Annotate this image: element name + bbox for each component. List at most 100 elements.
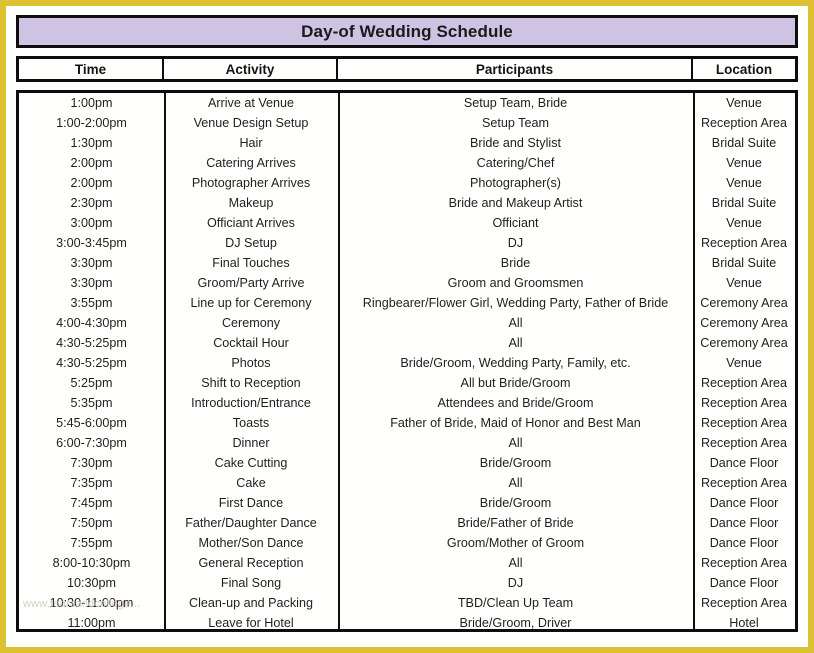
cell-participants: All [508,336,523,350]
cell-activity: Toasts [232,416,270,430]
table-row: 2:30pm Makeup Bride and Makeup Artist Brida… [19,193,795,213]
cell-activity: Makeup [228,196,274,210]
table-row: 4:00-4:30pm Ceremony All Ceremony Area [19,313,795,333]
cell-location: Reception Area [700,436,788,450]
table-row: 7:55pm Mother/Son Dance Groom/Mother of Gr… [19,533,795,553]
cell-activity: Arrive at Venue [207,96,295,110]
cell-activity: Dinner [232,436,270,450]
cell-activity: Cake Cutting [214,456,288,470]
cell-activity: Leave for Hotel [208,616,294,630]
cell-time: 8:00-10:30pm [52,556,131,570]
cell-participants: Bride/Groom, Wedding Party, Family, etc. [400,356,631,370]
cell-activity: Clean-up and Packing [189,596,313,610]
cell-participants: Setup Team [482,116,549,130]
cell-location: Venue [726,356,762,370]
cell-participants: Bride/Groom [479,496,552,510]
cell-activity: Photos [231,356,271,370]
cell-location: Venue [726,96,762,110]
cell-activity: DJ Setup [225,236,277,250]
cell-time: 10:30-11:00pm [49,596,134,610]
cell-time: 7:50pm [70,516,113,530]
cell-participants: Father of Bride, Maid of Honor and Best … [390,416,641,430]
cell-location: Ceremony Area [700,316,788,330]
column-divider-activity-participants [338,93,340,629]
cell-activity: Cocktail Hour [213,336,289,350]
cell-activity: Officiant Arrives [207,216,295,230]
table-row: 8:00-10:30pm General Reception All Receptio… [19,553,795,573]
cell-time: 2:00pm [70,156,113,170]
cell-location: Ceremony Area [700,336,788,350]
cell-location: Reception Area [700,416,788,430]
cell-activity: Mother/Son Dance [198,536,304,550]
column-header-time: Time [19,59,164,79]
cell-location: Reception Area [700,556,788,570]
table-row: 5:45-6:00pm Toasts Father of Bride, Maid o… [19,413,795,433]
cell-time: 2:00pm [70,176,113,190]
cell-activity: Cake [236,476,266,490]
cell-location: Dance Floor [709,496,779,510]
table-row: 5:35pm Introduction/Entrance Attendees and… [19,393,795,413]
cell-activity: Final Touches [212,256,290,270]
cell-activity: Introduction/Entrance [191,396,311,410]
cell-location: Dance Floor [709,576,779,590]
table-row: 2:00pm Photographer Arrives Photographer(s… [19,173,795,193]
cell-activity: Groom/Party Arrive [197,276,305,290]
cell-time: 1:30pm [70,136,113,150]
cell-location: Reception Area [700,376,788,390]
table-row: 10:30-11:00pm Clean-up and Packing TBD/Cle… [19,593,795,613]
cell-participants: Ringbearer/Flower Girl, Wedding Party, F… [362,296,669,310]
cell-time: 7:30pm [70,456,113,470]
cell-participants: Groom/Mother of Groom [446,536,585,550]
cell-participants: Groom and Groomsmen [447,276,584,290]
column-divider-participants-location [693,93,695,629]
cell-time: 5:25pm [70,376,113,390]
cell-activity: First Dance [218,496,284,510]
cell-activity: Hair [239,136,263,150]
cell-time: 4:00-4:30pm [56,316,127,330]
column-divider-time-activity [164,93,166,629]
cell-participants: Catering/Chef [476,156,555,170]
cell-time: 3:30pm [70,256,113,270]
cell-participants: Bride and Makeup Artist [448,196,583,210]
cell-participants: Bride [500,256,531,270]
table-row: 1:30pm Hair Bride and Stylist Bridal Suite [19,133,795,153]
cell-time: 1:00pm [70,96,113,110]
cell-activity: Father/Daughter Dance [185,516,317,530]
cell-time: 7:45pm [70,496,113,510]
table-header-row: Time Activity Participants Location [16,56,798,82]
cell-participants: Bride/Groom, Driver [459,616,572,630]
cell-location: Reception Area [700,476,788,490]
table-row: 7:50pm Father/Daughter Dance Bride/Father … [19,513,795,533]
table-row: 1:00-2:00pm Venue Design Setup Setup Team R… [19,113,795,133]
table-row: 10:30pm Final Song DJ Dance Floor [19,573,795,593]
cell-time: 7:35pm [70,476,113,490]
table-row: 7:30pm Cake Cutting Bride/Groom Dance Floor [19,453,795,473]
column-header-location: Location [715,61,773,77]
cell-participants: All [508,316,523,330]
cell-activity: Venue Design Setup [193,116,309,130]
schedule-table-body: 1:00pm Arrive at Venue Setup Team, Bride Ve… [16,90,798,632]
schedule-rows: 1:00pm Arrive at Venue Setup Team, Bride Ve… [19,93,795,630]
cell-activity: Catering Arrives [206,156,296,170]
cell-time: 3:30pm [70,276,113,290]
cell-time: 4:30-5:25pm [56,356,127,370]
cell-location: Venue [726,156,762,170]
cell-time: 3:00-3:45pm [56,236,127,250]
cell-time: 2:30pm [70,196,113,210]
cell-time: 5:45-6:00pm [56,416,127,430]
cell-location: Dance Floor [709,456,779,470]
cell-participants: All [508,436,523,450]
cell-location: Venue [726,276,762,290]
cell-activity: Final Song [220,576,282,590]
table-row: 2:00pm Catering Arrives Catering/Chef Venue [19,153,795,173]
cell-participants: Photographer(s) [469,176,561,190]
cell-participants: All [508,476,523,490]
table-row: 7:35pm Cake All Reception Area [19,473,795,493]
table-row: 3:55pm Line up for Ceremony Ringbearer/Flo… [19,293,795,313]
cell-time: 5:35pm [70,396,113,410]
document-content: Day-of Wedding Schedule Time Activity Pa… [16,15,798,641]
cell-participants: Attendees and Bride/Groom [437,396,594,410]
table-row: 3:30pm Final Touches Bride Bridal Suite [19,253,795,273]
table-row: 1:00pm Arrive at Venue Setup Team, Bride Ve… [19,93,795,113]
cell-location: Reception Area [700,396,788,410]
